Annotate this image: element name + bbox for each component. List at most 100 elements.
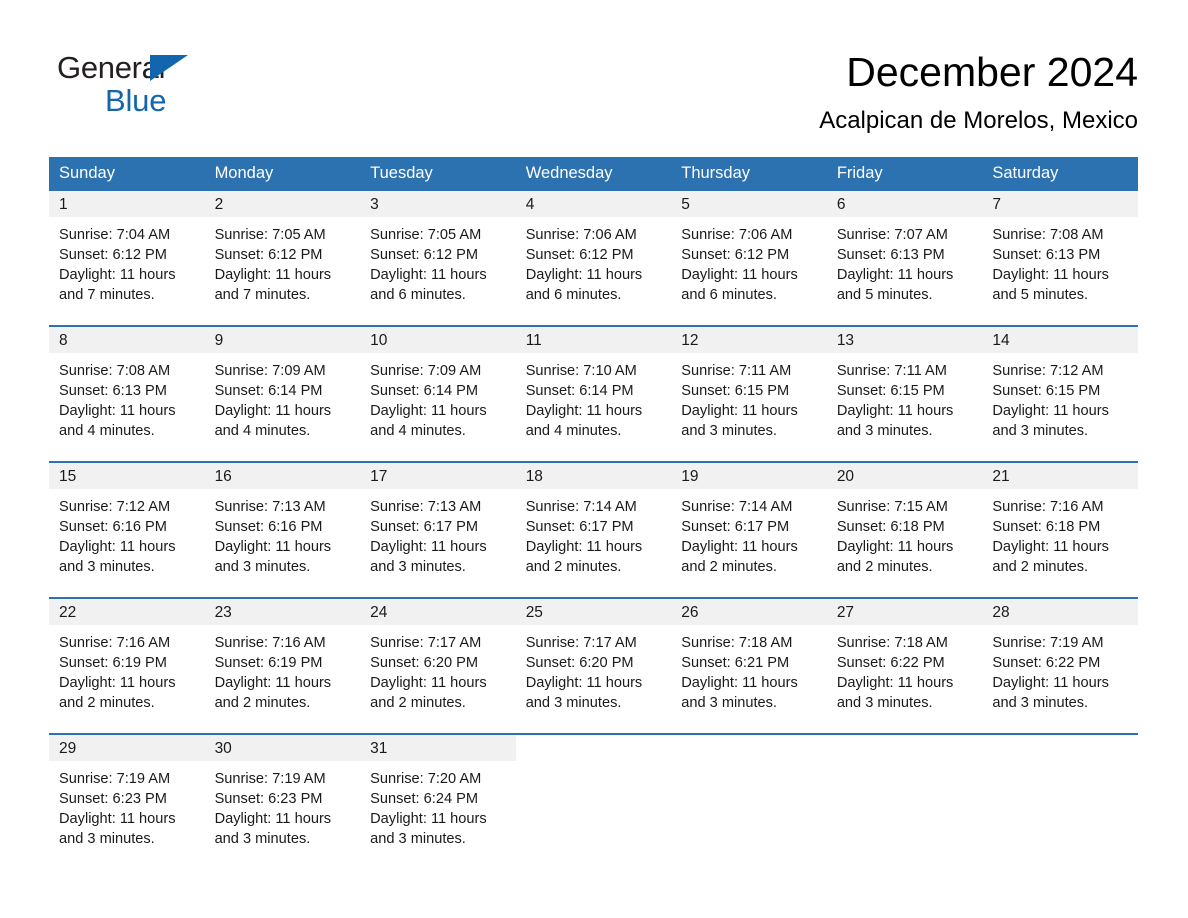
daylight-text: Daylight: 11 hours and 3 minutes. xyxy=(370,539,487,575)
day-number: 8 xyxy=(59,332,68,349)
day-number: 26 xyxy=(681,604,699,621)
day-number: 3 xyxy=(370,196,379,213)
weekday-header-sunday: Sunday xyxy=(49,157,205,191)
sunrise-text: Sunrise: 7:20 AM xyxy=(370,771,482,787)
day-number: 20 xyxy=(836,468,855,485)
daylight-text: Daylight: 11 hours and 6 minutes. xyxy=(370,267,487,303)
day-cell[interactable]: 14 Sunrise: 7:12 AM Sunset: 6:15 PM Dayligh… xyxy=(982,325,1138,462)
calendar-body: 1 Sunrise: 7:04 AM Sunset: 6:12 PM Daylight… xyxy=(49,191,1138,869)
day-cell[interactable]: 4 Sunrise: 7:06 AM Sunset: 6:12 PM Daylight… xyxy=(515,191,672,326)
sunset-text: Sunset: 6:12 PM xyxy=(681,247,790,263)
sunrise-text: Sunrise: 7:19 AM xyxy=(214,771,326,787)
day-cell[interactable]: 16 Sunrise: 7:13 AM Sunset: 6:16 PM Dayligh… xyxy=(204,461,361,598)
sunrise-text: Sunrise: 7:18 AM xyxy=(836,635,948,651)
daylight-text: Daylight: 11 hours and 3 minutes. xyxy=(992,403,1109,439)
daylight-text: Daylight: 11 hours and 3 minutes. xyxy=(992,675,1109,711)
day-cell[interactable]: 6 Sunrise: 7:07 AM Sunset: 6:13 PM Daylight… xyxy=(826,191,983,326)
weekday-header-row: Sunday Monday Tuesday Wednesday Thursday… xyxy=(49,157,1138,191)
day-number: 6 xyxy=(836,196,846,213)
sunset-text: Sunset: 6:23 PM xyxy=(214,791,323,807)
sunrise-text: Sunrise: 7:14 AM xyxy=(525,499,637,515)
sunset-text: Sunset: 6:17 PM xyxy=(525,519,634,535)
sunset-text: Sunset: 6:17 PM xyxy=(681,519,790,535)
logo-triangle-icon xyxy=(150,55,188,81)
day-cell[interactable]: 24 Sunrise: 7:17 AM Sunset: 6:20 PM Dayligh… xyxy=(360,597,516,734)
sunset-text: Sunset: 6:16 PM xyxy=(59,519,167,535)
day-cell[interactable]: 12 Sunrise: 7:11 AM Sunset: 6:15 PM Dayligh… xyxy=(671,325,827,462)
day-cell[interactable]: 18 Sunrise: 7:14 AM Sunset: 6:17 PM Dayligh… xyxy=(515,461,672,598)
day-cell[interactable]: 25 Sunrise: 7:17 AM Sunset: 6:20 PM Dayligh… xyxy=(515,597,672,734)
weekday-header-tuesday: Tuesday xyxy=(360,157,516,191)
day-number: 24 xyxy=(370,604,388,621)
sunrise-text: Sunrise: 7:16 AM xyxy=(992,499,1104,515)
day-cell[interactable]: 19 Sunrise: 7:14 AM Sunset: 6:17 PM Dayligh… xyxy=(671,461,827,598)
day-number: 21 xyxy=(992,468,1010,485)
sunrise-text: Sunrise: 7:14 AM xyxy=(681,499,793,515)
day-cell[interactable]: 27 Sunrise: 7:18 AM Sunset: 6:22 PM Dayligh… xyxy=(826,597,983,734)
sunset-text: Sunset: 6:15 PM xyxy=(681,383,790,399)
day-cell[interactable]: 2 Sunrise: 7:05 AM Sunset: 6:12 PM Daylight… xyxy=(204,191,361,326)
day-number: 17 xyxy=(370,468,388,485)
day-number: 2 xyxy=(214,196,224,213)
sunset-text: Sunset: 6:20 PM xyxy=(370,655,479,671)
sunset-text: Sunset: 6:12 PM xyxy=(59,247,167,263)
day-cell[interactable]: 29 Sunrise: 7:19 AM Sunset: 6:23 PM Dayligh… xyxy=(49,733,205,869)
sunset-text: Sunset: 6:22 PM xyxy=(992,655,1101,671)
day-number: 29 xyxy=(59,740,77,757)
daylight-text: Daylight: 11 hours and 4 minutes. xyxy=(370,403,487,439)
day-cell-empty xyxy=(826,733,983,869)
sunrise-text: Sunrise: 7:18 AM xyxy=(681,635,793,651)
day-number: 18 xyxy=(525,468,543,485)
sunrise-text: Sunrise: 7:13 AM xyxy=(214,499,326,515)
day-cell[interactable]: 23 Sunrise: 7:16 AM Sunset: 6:19 PM Dayligh… xyxy=(204,597,361,734)
sunrise-text: Sunrise: 7:08 AM xyxy=(59,363,171,379)
day-cell[interactable]: 13 Sunrise: 7:11 AM Sunset: 6:15 PM Dayligh… xyxy=(826,325,983,462)
day-number: 23 xyxy=(214,604,232,621)
day-cell[interactable]: 22 Sunrise: 7:16 AM Sunset: 6:19 PM Dayligh… xyxy=(49,597,205,734)
day-cell[interactable]: 1 Sunrise: 7:04 AM Sunset: 6:12 PM Daylight… xyxy=(49,191,205,326)
daylight-text: Daylight: 11 hours and 4 minutes. xyxy=(525,403,643,439)
logo-text-general: General xyxy=(57,52,217,84)
daylight-text: Daylight: 11 hours and 3 minutes. xyxy=(59,539,176,575)
day-cell[interactable]: 8 Sunrise: 7:08 AM Sunset: 6:13 PM Daylight… xyxy=(49,325,205,462)
day-cell[interactable]: 17 Sunrise: 7:13 AM Sunset: 6:17 PM Dayligh… xyxy=(360,461,516,598)
day-cell[interactable]: 30 Sunrise: 7:19 AM Sunset: 6:23 PM Dayligh… xyxy=(204,733,361,869)
day-cell[interactable]: 15 Sunrise: 7:12 AM Sunset: 6:16 PM Dayligh… xyxy=(49,461,205,598)
daylight-text: Daylight: 11 hours and 2 minutes. xyxy=(214,675,332,711)
sunset-text: Sunset: 6:18 PM xyxy=(992,519,1101,535)
day-cell[interactable]: 9 Sunrise: 7:09 AM Sunset: 6:14 PM Daylight… xyxy=(204,325,361,462)
week-row: 15 Sunrise: 7:12 AM Sunset: 6:16 PM Dayligh… xyxy=(49,461,1138,598)
sunset-text: Sunset: 6:14 PM xyxy=(214,383,323,399)
day-cell[interactable]: 21 Sunrise: 7:16 AM Sunset: 6:18 PM Dayligh… xyxy=(982,461,1138,598)
day-cell[interactable]: 31 Sunrise: 7:20 AM Sunset: 6:24 PM Dayligh… xyxy=(360,733,516,869)
page-header: General Blue December 2024 Acalpican de … xyxy=(0,0,1188,134)
daylight-text: Daylight: 11 hours and 6 minutes. xyxy=(525,267,643,303)
day-cell[interactable]: 20 Sunrise: 7:15 AM Sunset: 6:18 PM Dayligh… xyxy=(826,461,983,598)
sunset-text: Sunset: 6:19 PM xyxy=(59,655,167,671)
day-cell[interactable]: 3 Sunrise: 7:05 AM Sunset: 6:12 PM Daylight… xyxy=(360,191,516,326)
sunrise-text: Sunrise: 7:17 AM xyxy=(370,635,482,651)
daylight-text: Daylight: 11 hours and 7 minutes. xyxy=(59,267,176,303)
day-cell[interactable]: 10 Sunrise: 7:09 AM Sunset: 6:14 PM Dayligh… xyxy=(360,325,516,462)
day-cell[interactable]: 28 Sunrise: 7:19 AM Sunset: 6:22 PM Dayligh… xyxy=(982,597,1138,734)
sunrise-text: Sunrise: 7:16 AM xyxy=(59,635,171,651)
sunset-text: Sunset: 6:16 PM xyxy=(214,519,323,535)
day-cell[interactable]: 26 Sunrise: 7:18 AM Sunset: 6:21 PM Dayligh… xyxy=(671,597,827,734)
day-cell[interactable]: 7 Sunrise: 7:08 AM Sunset: 6:13 PM Daylight… xyxy=(982,191,1138,326)
day-cell[interactable]: 11 Sunrise: 7:10 AM Sunset: 6:14 PM Dayligh… xyxy=(515,325,672,462)
day-number: 4 xyxy=(525,196,535,213)
day-number: 13 xyxy=(836,332,855,349)
logo-word-blue: Blue xyxy=(105,83,167,118)
daylight-text: Daylight: 11 hours and 5 minutes. xyxy=(836,267,954,303)
day-cell[interactable]: 5 Sunrise: 7:06 AM Sunset: 6:12 PM Daylight… xyxy=(671,191,827,326)
sunset-text: Sunset: 6:15 PM xyxy=(836,383,945,399)
day-number: 15 xyxy=(59,468,77,485)
day-number: 28 xyxy=(992,604,1010,621)
week-row: 22 Sunrise: 7:16 AM Sunset: 6:19 PM Dayligh… xyxy=(49,597,1138,734)
sunrise-text: Sunrise: 7:04 AM xyxy=(59,227,171,243)
day-number: 11 xyxy=(525,332,542,349)
sunrise-text: Sunrise: 7:17 AM xyxy=(525,635,637,651)
sunset-text: Sunset: 6:13 PM xyxy=(992,247,1101,263)
daylight-text: Daylight: 11 hours and 3 minutes. xyxy=(214,811,332,847)
sunrise-text: Sunrise: 7:19 AM xyxy=(992,635,1104,651)
